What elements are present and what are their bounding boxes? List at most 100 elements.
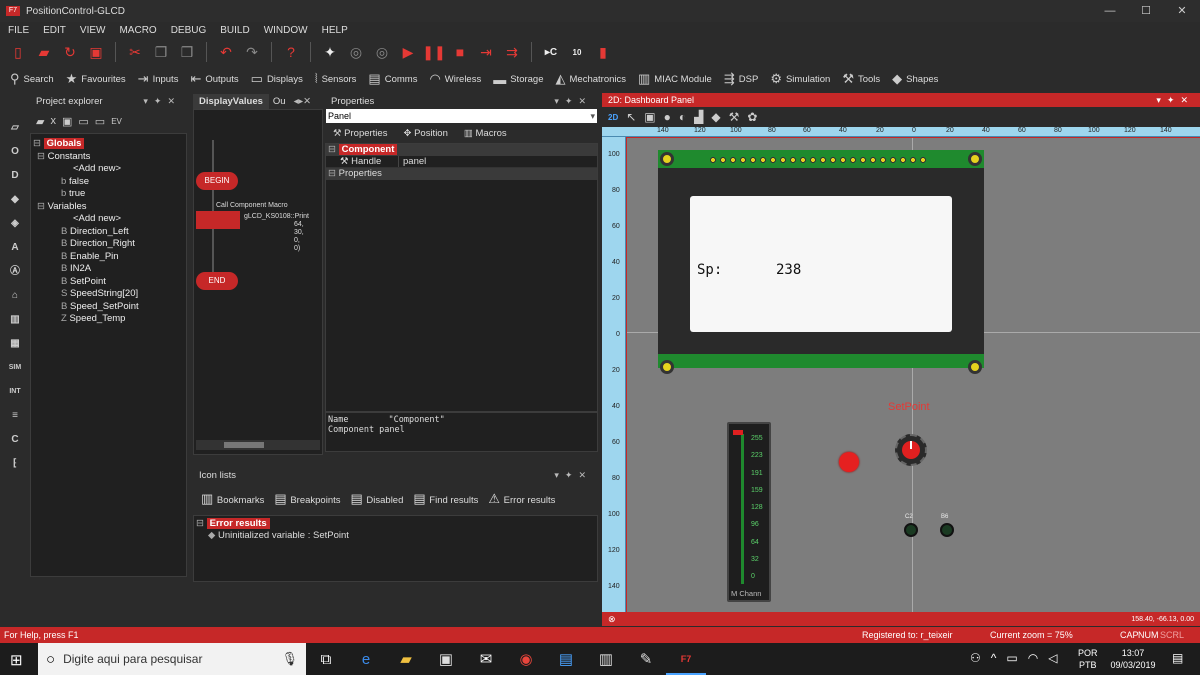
calculation-command-icon[interactable]: Ⓐ: [6, 263, 24, 281]
bar-meter[interactable]: 255 223 191 159 128 96 64 32 0 M Chann: [727, 422, 771, 602]
task-view-icon[interactable]: ⧉: [306, 651, 346, 668]
category-storage[interactable]: ▬ Storage: [493, 72, 543, 87]
menu-window[interactable]: WINDOW: [264, 25, 308, 36]
copy-icon[interactable]: ❐: [151, 42, 171, 62]
tab-bookmarks[interactable]: ▥ Bookmarks: [201, 491, 264, 507]
tab-breakpoints[interactable]: ▤ Breakpoints: [274, 491, 340, 507]
tree-item[interactable]: b true: [33, 188, 184, 201]
app-window-icon[interactable]: ▥: [586, 650, 626, 668]
tab-macros[interactable]: ▥ Macros: [464, 128, 507, 139]
interrupt-command-icon[interactable]: INT: [6, 383, 24, 401]
events-icon[interactable]: EV: [111, 117, 122, 126]
edge-icon[interactable]: e: [346, 651, 386, 668]
run-icon[interactable]: ▶: [398, 42, 418, 62]
red-led[interactable]: [839, 452, 859, 472]
maximize-button[interactable]: ☐: [1128, 0, 1164, 22]
category-comms[interactable]: ▤ Comms: [368, 71, 417, 87]
panel-controls[interactable]: ▾✦✕: [554, 96, 592, 107]
minimize-button[interactable]: —: [1092, 0, 1128, 22]
tree-variables[interactable]: ⊟ Variables: [33, 201, 184, 214]
align-icon[interactable]: ▟: [694, 110, 703, 124]
send-to-chip-icon[interactable]: ▮: [593, 42, 613, 62]
volume-icon[interactable]: ◁: [1048, 651, 1057, 665]
iot-icon[interactable]: ◎: [372, 42, 392, 62]
redo-icon[interactable]: ↷: [242, 42, 262, 62]
flowchart-canvas[interactable]: BEGIN Call Component Macro gLCD_KS0108::…: [193, 109, 323, 455]
tree-item[interactable]: B Speed_SetPoint: [33, 301, 184, 314]
compile-c-icon[interactable]: ▸C: [541, 42, 561, 62]
reload-icon[interactable]: ↻: [60, 42, 80, 62]
close-window-button[interactable]: ✕: [1164, 0, 1200, 22]
language-indicator[interactable]: POR PTB: [1078, 647, 1098, 671]
category-favourites[interactable]: ★ Favourites: [66, 71, 126, 87]
chrome-icon[interactable]: ◉: [506, 650, 546, 668]
comment-command-icon[interactable]: C: [6, 431, 24, 449]
input-command-icon[interactable]: ▱: [6, 119, 24, 137]
error-item[interactable]: ◆ Uninitialized variable : SetPoint: [196, 530, 595, 542]
bracket-command-icon[interactable]: ⁅: [6, 455, 24, 473]
2d-mode-button[interactable]: 2D: [608, 113, 618, 122]
panel-controls[interactable]: ▾✦✕: [1156, 95, 1194, 106]
tree-item[interactable]: B Direction_Left: [33, 226, 184, 239]
menu-build[interactable]: BUILD: [220, 25, 249, 36]
panel-controls[interactable]: ▾✦✕: [554, 470, 592, 481]
file-explorer-icon[interactable]: ▰: [386, 650, 426, 668]
flowcode-taskbar-icon[interactable]: F7: [666, 643, 706, 675]
category-simulation[interactable]: ⚙ Simulation: [770, 71, 830, 87]
mail-icon[interactable]: ✉: [466, 650, 506, 668]
store-icon[interactable]: ▣: [426, 650, 466, 668]
led-b6[interactable]: [940, 523, 954, 537]
globals-icon[interactable]: x: [50, 115, 56, 127]
chevron-up-icon[interactable]: ^: [991, 651, 997, 665]
error-results-header[interactable]: ⊟ Error results: [196, 518, 595, 530]
save-icon[interactable]: ▣: [86, 42, 106, 62]
switch-command-icon[interactable]: ◈: [6, 215, 24, 233]
cube-icon[interactable]: ◆: [711, 110, 720, 124]
menu-edit[interactable]: EDIT: [43, 25, 66, 36]
tree-item[interactable]: B SetPoint: [33, 276, 184, 289]
category-tools[interactable]: ⚒ Tools: [842, 71, 880, 87]
menu-file[interactable]: FILE: [8, 25, 29, 36]
tree-item[interactable]: b false: [33, 176, 184, 189]
stop-icon[interactable]: ■: [450, 42, 470, 62]
camera-icon[interactable]: ◐: [679, 110, 686, 124]
pointer-icon[interactable]: ↖: [626, 110, 636, 124]
panel-controls[interactable]: ▾✦✕: [143, 96, 181, 107]
category-miac[interactable]: ▥ MIAC Module: [638, 71, 712, 87]
tree-item[interactable]: S SpeedString[20]: [33, 288, 184, 301]
tab-properties[interactable]: ⚒ Properties: [333, 128, 387, 139]
tree-item[interactable]: <Add new>: [33, 163, 184, 176]
category-search[interactable]: ⚲ Search: [10, 71, 54, 87]
begin-terminal[interactable]: BEGIN: [196, 172, 238, 190]
chip-icon[interactable]: ✦: [320, 42, 340, 62]
tab-displayvalues[interactable]: DisplayValues: [193, 93, 269, 109]
component-select[interactable]: Panel ▾: [326, 109, 597, 123]
undo-icon[interactable]: ↶: [216, 42, 236, 62]
output-command-icon[interactable]: O: [6, 143, 24, 161]
tab-scroll-icons[interactable]: ◂▸✕: [294, 96, 312, 107]
menu-debug[interactable]: DEBUG: [171, 25, 207, 36]
paste-icon[interactable]: ❒: [177, 42, 197, 62]
notifications-icon[interactable]: ▤: [1172, 651, 1183, 665]
open-folder-icon[interactable]: ▰: [34, 42, 54, 62]
colors-icon[interactable]: ✿: [747, 110, 757, 124]
tree-item[interactable]: Z Speed_Temp: [33, 313, 184, 326]
battery-icon[interactable]: ▭: [1006, 651, 1017, 665]
tree-item[interactable]: B IN2A: [33, 263, 184, 276]
menu-view[interactable]: VIEW: [80, 25, 106, 36]
clock[interactable]: 13:07 09/03/2019: [1105, 647, 1161, 671]
led-c2[interactable]: [904, 523, 918, 537]
ports-icon[interactable]: ▰: [36, 115, 44, 128]
tab-error-results[interactable]: ⚠ Error results: [488, 491, 555, 507]
ice-icon[interactable]: ◎: [346, 42, 366, 62]
tab-position[interactable]: ✥ Position: [403, 128, 447, 139]
cut-icon[interactable]: ✂: [125, 42, 145, 62]
glcd-component[interactable]: Sp: 238: [658, 150, 984, 374]
handle-value[interactable]: panel: [398, 156, 426, 167]
dashboard-canvas[interactable]: Sp: 238 SetPoint 255 223 191 159 128 96: [627, 138, 1200, 612]
step-over-icon[interactable]: ⇉: [502, 42, 522, 62]
tree-item[interactable]: B Enable_Pin: [33, 251, 184, 264]
compile-hex-icon[interactable]: 10: [567, 42, 587, 62]
decision-command-icon[interactable]: ◆: [6, 191, 24, 209]
components-icon[interactable]: ▭: [78, 115, 88, 128]
